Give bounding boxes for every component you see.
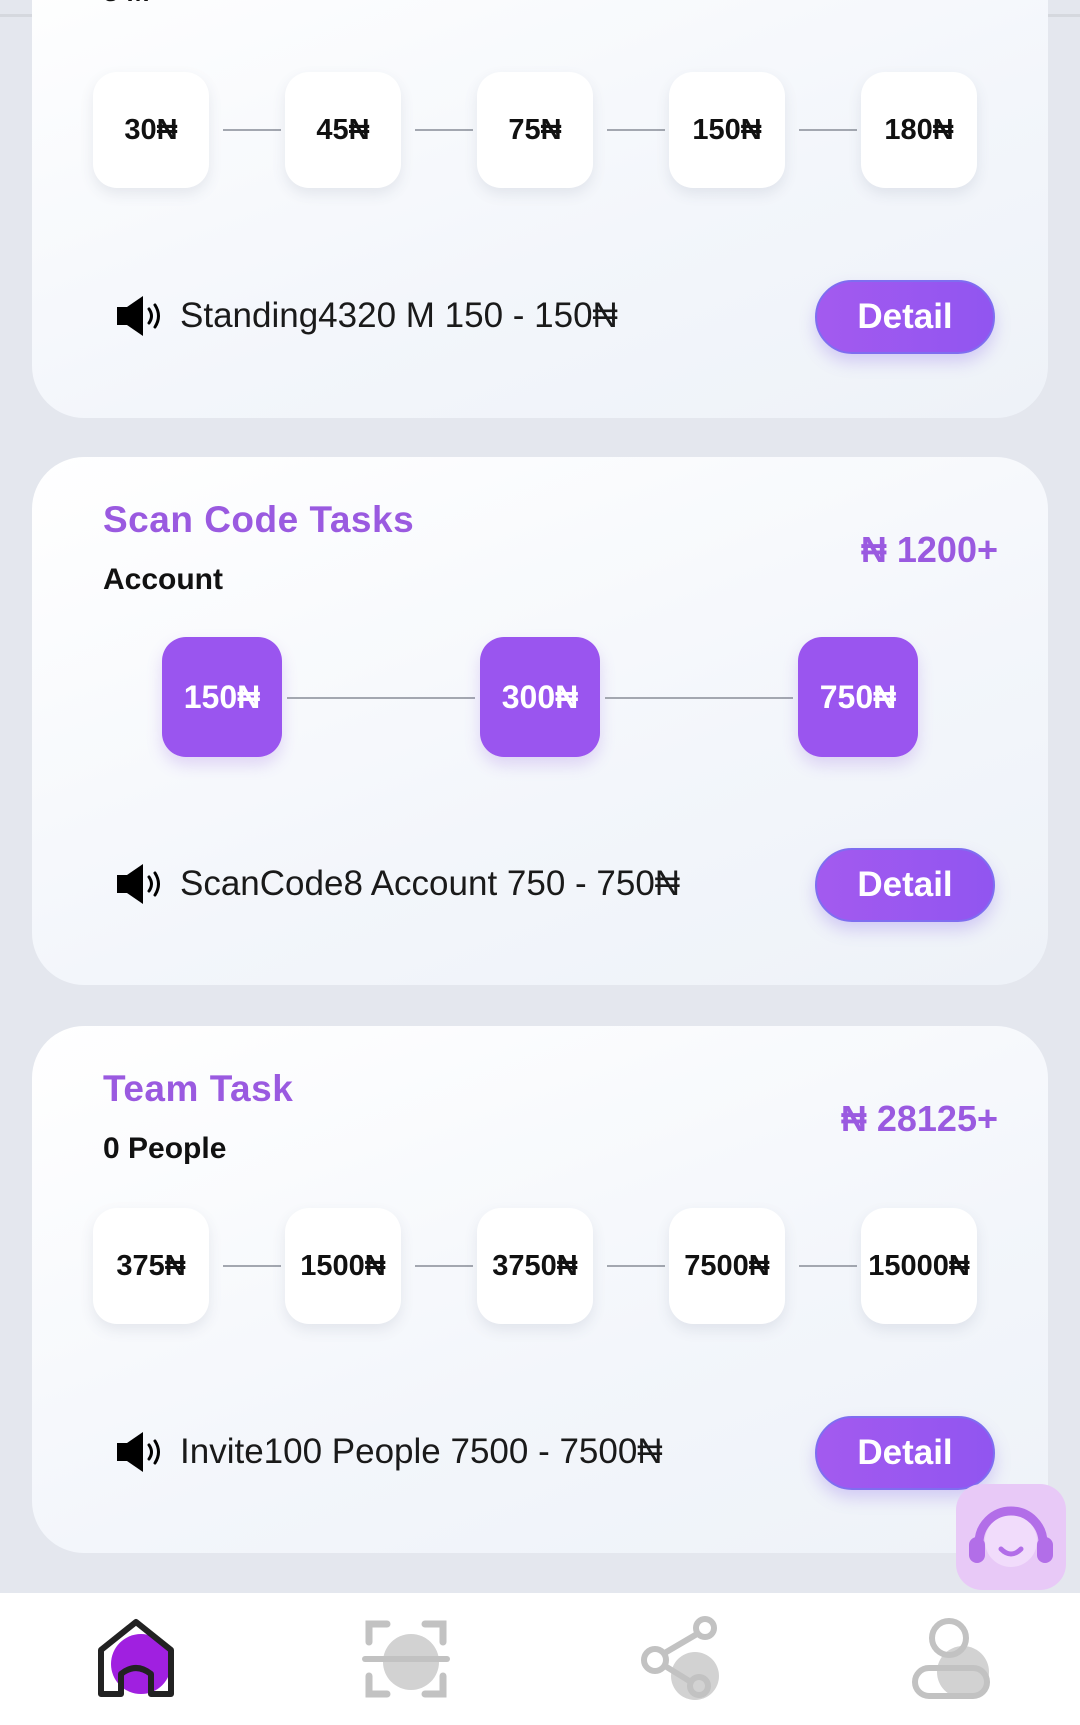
step-connector <box>799 129 857 131</box>
step-box: 30₦ <box>93 72 209 188</box>
task-info-row: Standing4320 M 150 - 150₦ <box>116 286 618 346</box>
task-card-standing: 3 M 30₦ 45₦ 75₦ 150₦ 180₦ Standing4320 M… <box>32 0 1048 418</box>
task-info-row: ScanCode8 Account 750 - 750₦ <box>116 854 680 914</box>
task-page: 3 M 30₦ 45₦ 75₦ 150₦ 180₦ Standing4320 M… <box>0 0 1080 1725</box>
step-connector <box>415 129 473 131</box>
detail-button[interactable]: Detail <box>815 1416 995 1490</box>
step-box: 375₦ <box>93 1208 209 1324</box>
card-subtitle: Account <box>103 563 223 596</box>
task-info-text: Standing4320 M 150 - 150₦ <box>180 296 618 335</box>
step-box: 1500₦ <box>285 1208 401 1324</box>
step-box: 180₦ <box>861 72 977 188</box>
task-info-text: Invite100 People 7500 - 7500₦ <box>180 1432 663 1471</box>
bottom-nav <box>0 1593 1080 1725</box>
card-subtitle: 0 People <box>103 1132 227 1165</box>
step-box: 300₦ <box>480 637 600 757</box>
share-icon <box>641 1616 719 1700</box>
nav-share[interactable] <box>634 1609 734 1709</box>
card-title: Team Task <box>103 1068 294 1109</box>
speaker-icon <box>117 1432 160 1472</box>
home-icon <box>98 1619 174 1697</box>
detail-button[interactable]: Detail <box>815 280 995 354</box>
step-box: 3750₦ <box>477 1208 593 1324</box>
card-partial-label: 3 M <box>103 0 150 8</box>
support-headset-icon <box>969 1506 1053 1567</box>
step-box: 75₦ <box>477 72 593 188</box>
scan-icon <box>362 1620 450 1698</box>
step-box: 7500₦ <box>669 1208 785 1324</box>
step-connector <box>223 1265 281 1267</box>
task-info-text: ScanCode8 Account 750 - 750₦ <box>180 864 681 903</box>
step-connector <box>607 1265 665 1267</box>
step-connector <box>415 1265 473 1267</box>
speaker-icon <box>117 864 160 904</box>
step-connector <box>287 697 475 699</box>
support-button[interactable] <box>956 1484 1066 1590</box>
nav-home[interactable] <box>86 1609 186 1709</box>
step-box: 750₦ <box>798 637 918 757</box>
task-info-row: Invite100 People 7500 - 7500₦ <box>116 1422 663 1482</box>
detail-button[interactable]: Detail <box>815 848 995 922</box>
nav-scan[interactable] <box>356 1609 456 1709</box>
step-connector <box>799 1265 857 1267</box>
task-card-scan-code: Scan Code Tasks Account ₦ 1200+ 150₦ 300… <box>32 457 1048 985</box>
step-connector <box>607 129 665 131</box>
step-connector <box>605 697 793 699</box>
step-connector <box>223 129 281 131</box>
card-title: Scan Code Tasks <box>103 499 415 540</box>
card-reward: ₦ 1200+ <box>860 529 998 570</box>
card-reward: ₦ 28125+ <box>840 1098 998 1139</box>
nav-profile[interactable] <box>904 1609 1004 1709</box>
speaker-icon <box>117 296 160 336</box>
step-box: 150₦ <box>162 637 282 757</box>
reward-steps: 150₦ 300₦ 750₦ <box>32 637 1048 757</box>
task-card-team: Team Task 0 People ₦ 28125+ 375₦ 1500₦ 3… <box>32 1026 1048 1553</box>
reward-steps: 375₦ 1500₦ 3750₦ 7500₦ 15000₦ <box>32 1208 1048 1328</box>
step-box: 15000₦ <box>861 1208 977 1324</box>
profile-icon <box>912 1618 990 1699</box>
reward-steps: 30₦ 45₦ 75₦ 150₦ 180₦ <box>32 72 1048 192</box>
step-box: 45₦ <box>285 72 401 188</box>
step-box: 150₦ <box>669 72 785 188</box>
